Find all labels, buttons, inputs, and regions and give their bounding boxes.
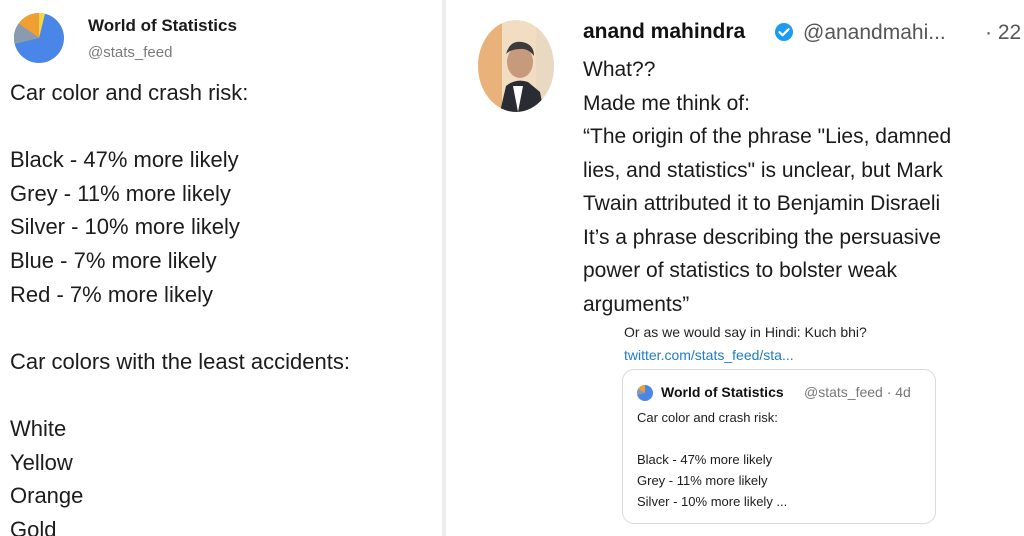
author-handle[interactable]: @anandmahi...	[803, 21, 946, 45]
left-tweet-screenshot: World of Statistics @stats_feed Car colo…	[0, 0, 442, 536]
tweet-line: Yellow	[10, 449, 73, 475]
tweet-line: Silver - 10% more likely	[10, 214, 240, 240]
tweet-line: Made me think of:	[583, 91, 750, 115]
tweet-line: White	[10, 415, 67, 441]
verified-badge-icon	[775, 23, 793, 41]
tweet-timestamp[interactable]: · 22	[985, 21, 1021, 45]
quoted-line: Grey - 11% more likely	[637, 473, 768, 488]
tweet-link[interactable]: twitter.com/stats_feed/sta...	[624, 347, 794, 363]
quoted-author-meta: @stats_feed · 4d	[804, 384, 911, 400]
tweet-line: What??	[583, 58, 656, 81]
author-name[interactable]: anand mahindra	[583, 20, 745, 44]
tweet-line: Grey - 11% more likely	[10, 180, 231, 206]
quoted-line: Silver - 10% more likely ...	[637, 494, 788, 509]
author-handle[interactable]: @stats_feed	[88, 44, 172, 61]
reply-text: Or as we would say in Hindi: Kuch bhi?	[624, 324, 867, 340]
tweet-line: It’s a phrase describing the persuasive	[583, 225, 941, 249]
quoted-tweet-card[interactable]: World of Statistics @stats_feed · 4d Car…	[622, 369, 936, 524]
tweet-line: Black - 47% more likely	[10, 147, 239, 173]
tweet-line: Red - 7% more likely	[10, 281, 213, 307]
pie-chart-icon[interactable]	[14, 13, 64, 63]
author-avatar[interactable]	[478, 20, 554, 112]
pie-chart-icon	[637, 385, 653, 401]
tweet-line: “The origin of the phrase "Lies, damned	[583, 125, 952, 148]
quoted-line: Car color and crash risk:	[637, 410, 778, 425]
quoted-line: Black - 47% more likely	[637, 452, 773, 467]
tweet-line: Blue - 7% more likely	[10, 247, 217, 273]
tweet-text: What?? Made me think of: “The origin of …	[583, 53, 1024, 321]
tweet-line: arguments”	[583, 292, 690, 316]
tweet-line: Orange	[10, 483, 84, 509]
tweet-text: Car color and crash risk: Black - 47% mo…	[10, 76, 350, 536]
tweet-line: lies, and statistics" is unclear, but Ma…	[583, 158, 943, 182]
tweet-line: Twain attributed it to Benjamin Disraeli	[583, 192, 941, 215]
quoted-tweet-text: Car color and crash risk: Black - 47% mo…	[637, 407, 787, 512]
quoted-author-name[interactable]: World of Statistics	[661, 384, 784, 400]
tweet-line: power of statistics to bolster weak	[583, 259, 897, 282]
tweet-line: Car color and crash risk:	[10, 80, 249, 105]
tweet-line: Gold	[10, 516, 57, 536]
tweet-line: Car colors with the least accidents:	[10, 348, 350, 374]
author-name[interactable]: World of Statistics	[88, 16, 237, 36]
